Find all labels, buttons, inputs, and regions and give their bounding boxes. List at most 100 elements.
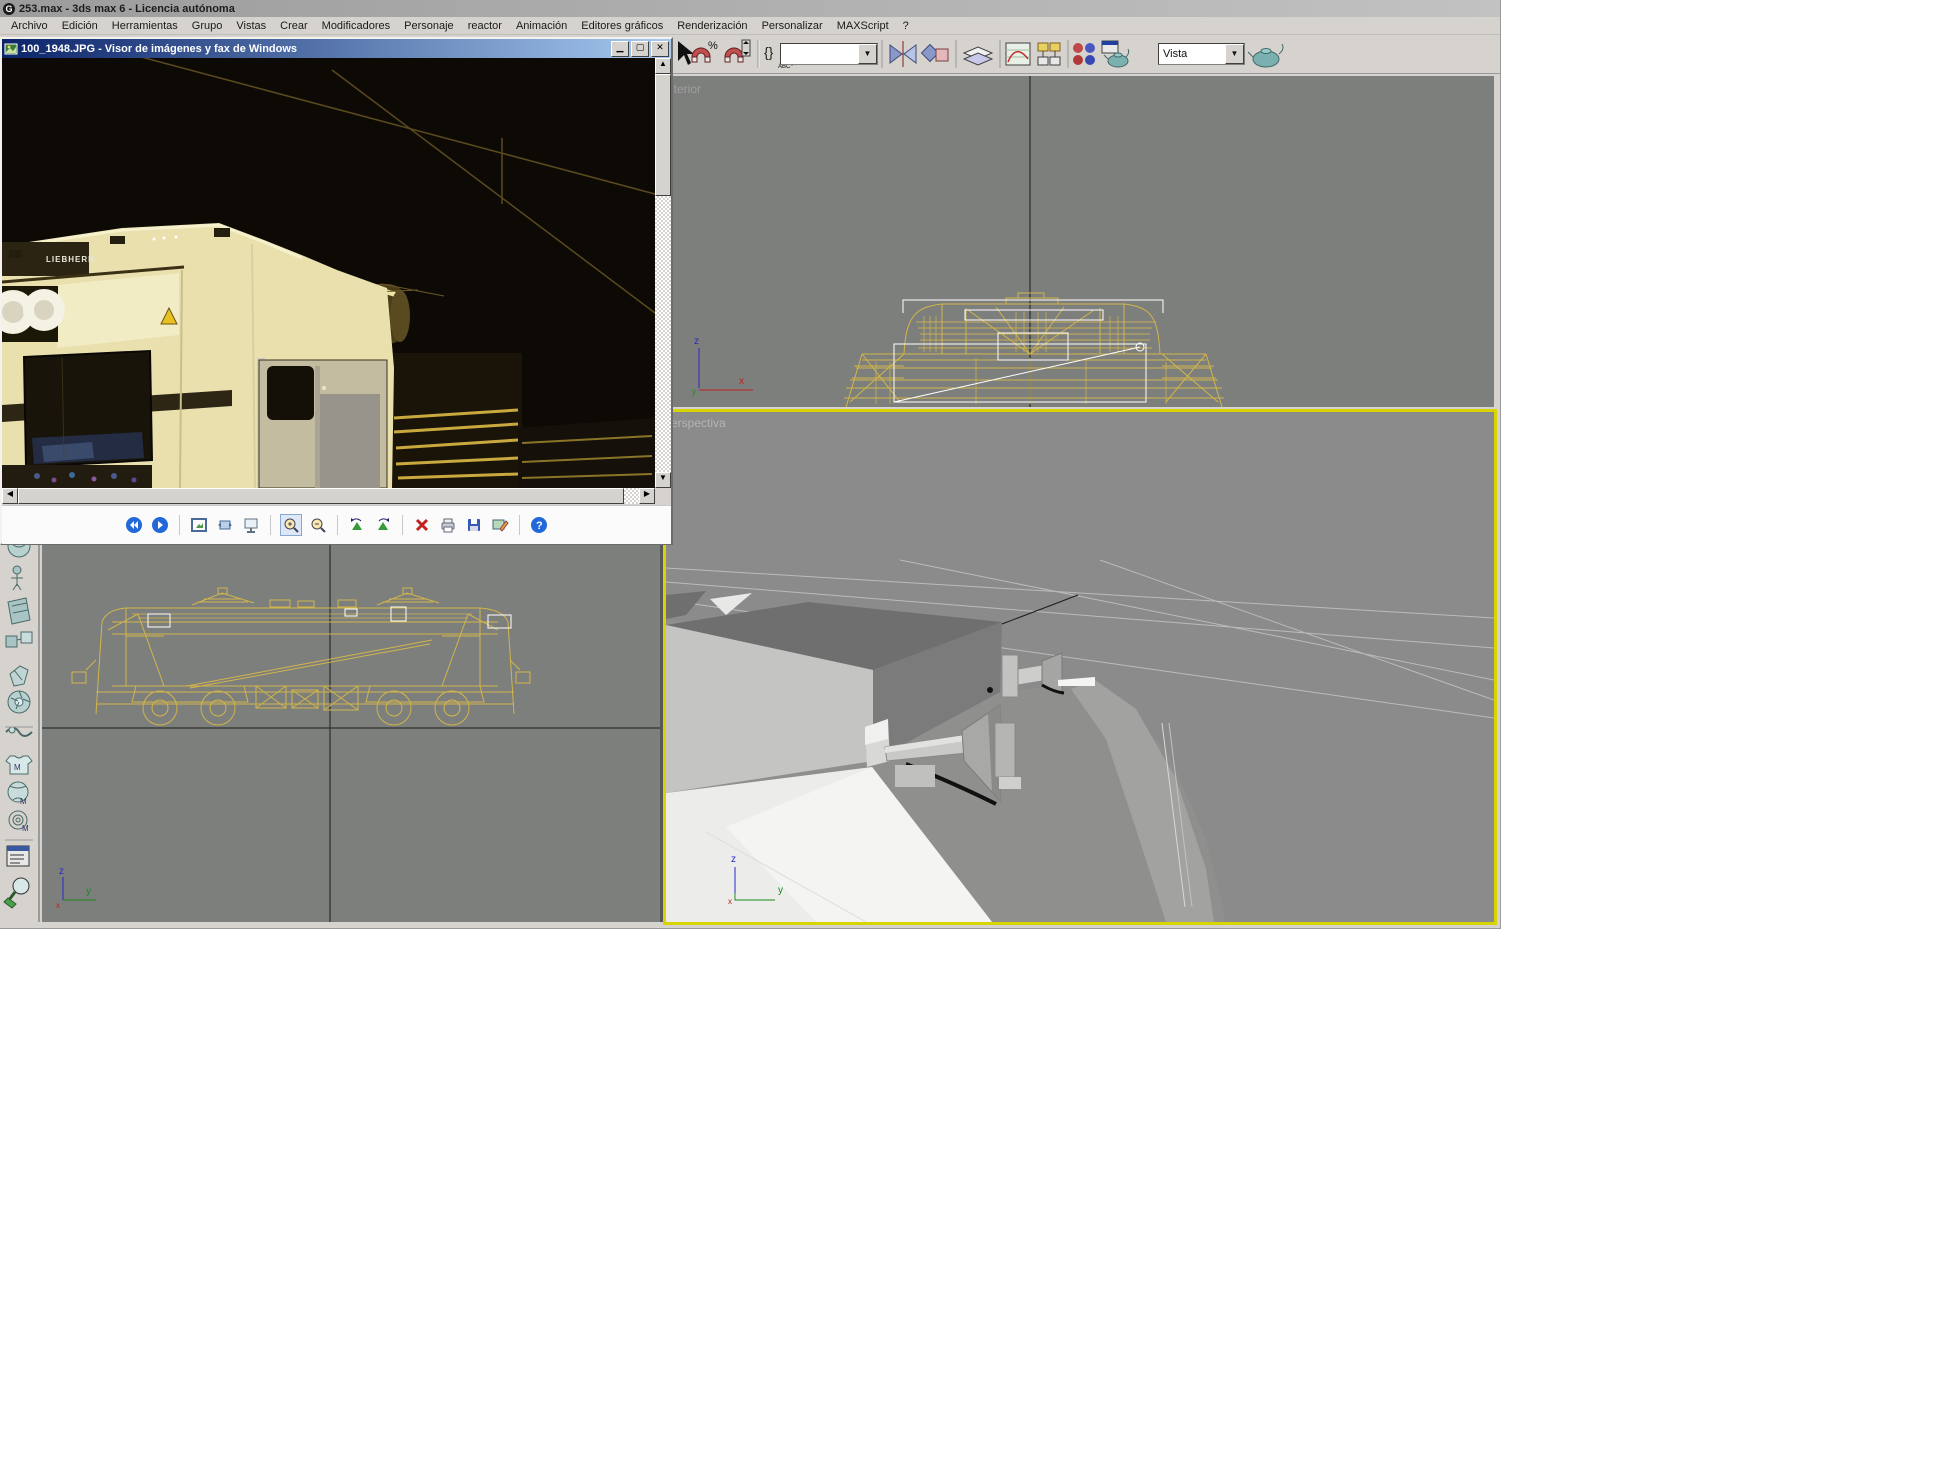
menu-personaje[interactable]: Personaje: [397, 20, 461, 32]
perspective-axis-y-label: y: [778, 885, 783, 896]
menu-crear[interactable]: Crear: [273, 20, 315, 32]
reactor-constraint-icon[interactable]: [6, 632, 32, 647]
photo-vscroll-thumb[interactable]: [655, 74, 671, 196]
app-icon: G: [3, 3, 15, 15]
menu-animacion[interactable]: Animación: [509, 20, 574, 32]
svg-text:M: M: [14, 763, 21, 772]
scrollbar-corner: [655, 488, 671, 504]
menu-vistas[interactable]: Vistas: [229, 20, 273, 32]
side-axis-x-label: x: [56, 901, 60, 910]
svg-text:M: M: [22, 824, 29, 833]
named-selection-combo[interactable]: ▼: [780, 43, 878, 65]
next-image-icon[interactable]: [150, 515, 170, 535]
help-icon[interactable]: ?: [529, 515, 549, 535]
reactor-softbody-modifier-icon[interactable]: M: [8, 782, 28, 806]
svg-text:%: %: [708, 40, 718, 52]
svg-text:?: ?: [536, 520, 543, 532]
view-combo-dropdown-arrow[interactable]: ▼: [1225, 44, 1244, 64]
menu-maxscript[interactable]: MAXScript: [830, 20, 896, 32]
photo-hscroll-thumb[interactable]: [18, 488, 624, 504]
menu-modificadores[interactable]: Modificadores: [315, 20, 397, 32]
view-combo-value: Vista: [1159, 48, 1225, 60]
best-fit-icon[interactable]: [189, 515, 209, 535]
viewer-toolbar: ?: [2, 505, 671, 544]
curve-editor-icon[interactable]: [1006, 43, 1030, 65]
perspective-axis-z-label: z: [731, 854, 736, 865]
reactor-deforming-mesh-icon[interactable]: [10, 666, 28, 686]
material-editor-icon[interactable]: [1073, 43, 1095, 65]
zoom-out-icon[interactable]: [308, 515, 328, 535]
align-icon[interactable]: [922, 45, 948, 62]
zoom-in-icon[interactable]: [280, 514, 302, 536]
actual-size-icon[interactable]: [215, 515, 235, 535]
photo-vscroll-up-button[interactable]: ▲: [655, 58, 671, 74]
reactor-rope-icon[interactable]: [6, 727, 32, 736]
snap-spinner-icon[interactable]: [725, 40, 750, 62]
reactor-cloth-collection-icon[interactable]: [8, 598, 30, 624]
viewer-window-icon: [4, 42, 18, 56]
front-axis-z-label: z: [694, 336, 699, 347]
viewer-titlebar: 100_1948.JPG - Visor de imágenes y fax d…: [2, 39, 671, 58]
render-scene-icon[interactable]: [1102, 41, 1129, 67]
photo-view: LIEBHERR: [2, 58, 655, 488]
slideshow-icon[interactable]: [241, 515, 261, 535]
viewer-minimize-button[interactable]: ▁: [611, 41, 629, 57]
layer-manager-icon[interactable]: [964, 47, 992, 65]
svg-text:{}: {}: [764, 44, 774, 60]
photo-vscroll-down-button[interactable]: ▼: [655, 472, 671, 488]
menu-grupo[interactable]: Grupo: [185, 20, 230, 32]
app-title: 253.max - 3ds max 6 - Licencia autónoma: [19, 3, 235, 15]
photo-brand-text: LIEBHERR: [46, 255, 95, 264]
delete-icon[interactable]: [412, 515, 432, 535]
reactor-ragdoll-icon[interactable]: [11, 566, 23, 590]
view-combo[interactable]: Vista ▼: [1158, 43, 1245, 65]
print-icon[interactable]: [438, 515, 458, 535]
menu-renderizacion[interactable]: Renderización: [670, 20, 754, 32]
screen: { "app_window": { "title": "253.max - 3d…: [0, 0, 1959, 1469]
viewer-close-button[interactable]: ✕: [651, 41, 669, 57]
viewer-title: 100_1948.JPG - Visor de imágenes y fax d…: [18, 43, 611, 55]
side-axis-z-label: z: [59, 866, 64, 877]
previous-image-icon[interactable]: [124, 515, 144, 535]
edit-icon[interactable]: [490, 515, 510, 535]
app-titlebar: G 253.max - 3ds max 6 - Licencia autónom…: [0, 0, 1500, 17]
menu-herramientas[interactable]: Herramientas: [105, 20, 185, 32]
viewport-perspective-canvas: z y x: [666, 412, 1494, 922]
photo-hscroll-right-button[interactable]: ▶: [639, 488, 655, 504]
front-axis-y-label: y: [692, 387, 696, 396]
rotate-counterclockwise-icon[interactable]: [347, 515, 367, 535]
viewport-perspective[interactable]: z y x: [663, 409, 1497, 925]
snap-percent-icon[interactable]: %: [692, 40, 718, 62]
menu-edicion[interactable]: Edición: [55, 20, 105, 32]
save-icon[interactable]: [464, 515, 484, 535]
reactor-rope-modifier-icon[interactable]: M: [9, 811, 29, 833]
menu-archivo[interactable]: Archivo: [4, 20, 55, 32]
side-axis-y-label: y: [86, 886, 91, 897]
rotate-clockwise-icon[interactable]: [373, 515, 393, 535]
viewer-window: 100_1948.JPG - Visor de imágenes y fax d…: [0, 37, 673, 545]
reactor-property-editor-icon[interactable]: [7, 846, 29, 866]
front-axis-tripod: z x y: [692, 336, 753, 396]
photo-canvas: LIEBHERR: [2, 58, 655, 488]
reactor-analyze-world-icon[interactable]: [4, 878, 29, 908]
viewer-maximize-button[interactable]: ▢: [631, 41, 649, 57]
viewport-front[interactable]: z x y: [666, 76, 1494, 407]
schematic-view-icon[interactable]: [1038, 43, 1060, 65]
front-axis-x-label: x: [739, 376, 744, 387]
named-selection-dropdown-arrow[interactable]: ▼: [858, 44, 877, 64]
perspective-axis-x-label: x: [728, 897, 732, 906]
quick-render-icon[interactable]: [1246, 39, 1290, 71]
menu-bar: Archivo Edición Herramientas Grupo Vista…: [0, 17, 1500, 35]
menu-reactor[interactable]: reactor: [461, 20, 509, 32]
menu-help[interactable]: ?: [896, 20, 916, 32]
photo-cab-door: [257, 358, 387, 488]
reactor-cloth-modifier-icon[interactable]: M: [6, 756, 32, 774]
mirror-icon[interactable]: [890, 41, 916, 67]
svg-text:M: M: [20, 797, 27, 806]
photo-hscroll-left-button[interactable]: ◀: [2, 488, 18, 504]
reactor-motor-icon[interactable]: [8, 691, 30, 713]
menu-editores-graficos[interactable]: Editores gráficos: [574, 20, 670, 32]
viewport-front-canvas: z x y: [666, 76, 1494, 407]
menu-personalizar[interactable]: Personalizar: [755, 20, 830, 32]
side-axis-tripod: z y x: [56, 866, 96, 910]
